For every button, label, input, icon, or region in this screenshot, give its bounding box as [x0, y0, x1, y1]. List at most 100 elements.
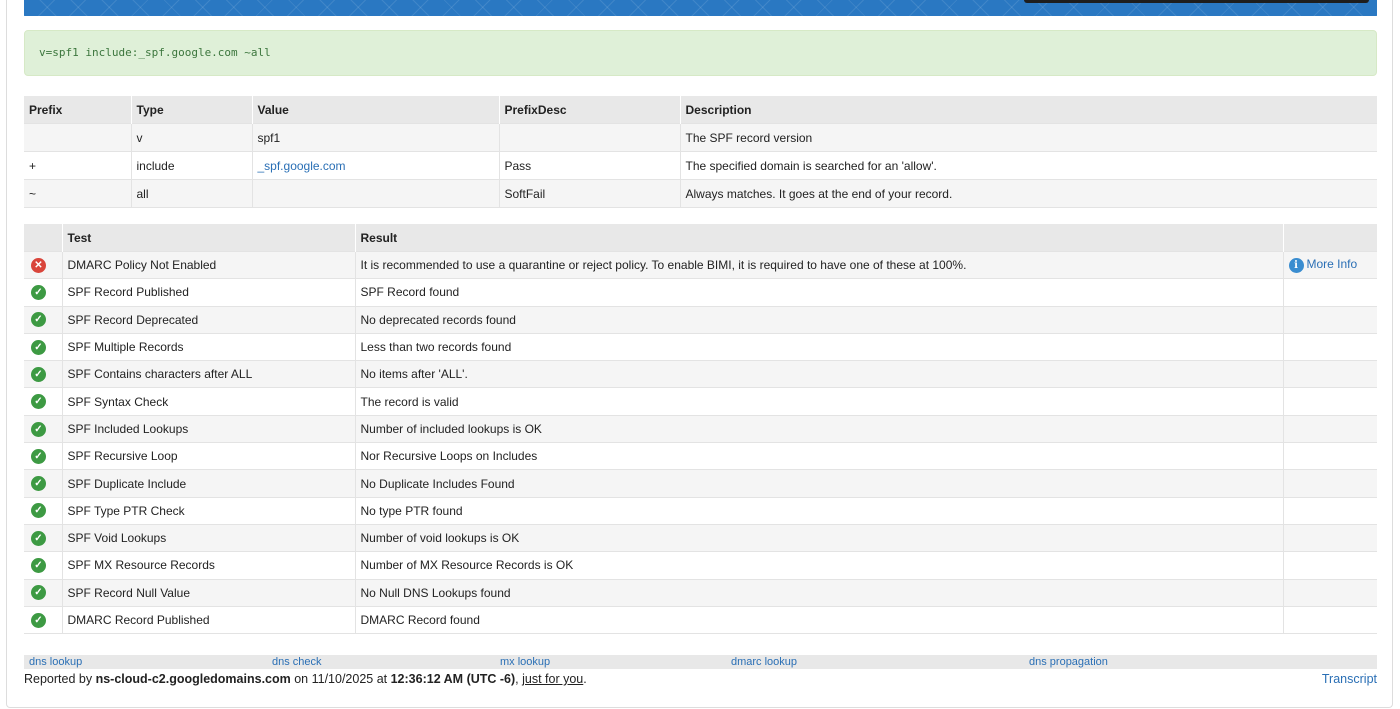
cell-actions — [1283, 578, 1377, 607]
reported-prefix: Reported by — [24, 672, 96, 686]
table-row: ✓ SPF Recursive Loop Nor Recursive Loops… — [24, 442, 1377, 470]
cell-status: ✓ — [24, 278, 63, 307]
dns-propagation-link[interactable]: dns propagation — [1029, 655, 1108, 669]
cell-result: No Null DNS Lookups found — [355, 578, 1284, 607]
cell-result: SPF Record found — [355, 278, 1284, 307]
table-row: ✕ DMARC Policy Not Enabled It is recomme… — [24, 250, 1377, 279]
cell-actions — [1283, 332, 1377, 361]
just-for-you-link[interactable]: just for you — [522, 672, 583, 686]
transcript-link[interactable]: Transcript — [1322, 672, 1377, 686]
table-row: ✓ SPF Multiple Records Less than two rec… — [24, 332, 1377, 361]
cell-prefixdesc: SoftFail — [499, 179, 681, 208]
cell-result: The record is valid — [355, 387, 1284, 416]
table-row: ✓ SPF Record Published SPF Record found — [24, 278, 1377, 307]
cell-test: SPF Record Published — [62, 278, 356, 307]
table-row: ✓ SPF Contains characters after ALL No i… — [24, 360, 1377, 388]
more-info-link[interactable]: i More Info — [1288, 257, 1358, 273]
table-row: ~ all SoftFail Always matches. It goes a… — [24, 179, 1377, 208]
table-row: ✓ SPF MX Resource Records Number of MX R… — [24, 551, 1377, 580]
report-time: 12:36:12 AM (UTC -6) — [390, 672, 516, 686]
reported-by-line: Reported by ns-cloud-c2.googledomains.co… — [24, 672, 587, 686]
dns-check-link[interactable]: dns check — [272, 655, 322, 669]
cell-type: include — [131, 151, 253, 180]
x-circle-icon: ✕ — [31, 257, 46, 273]
cell-status: ✓ — [24, 387, 63, 416]
check-circle-icon: ✓ — [31, 448, 46, 464]
cell-result: Nor Recursive Loops on Includes — [355, 442, 1284, 470]
table-row: ✓ SPF Type PTR Check No type PTR found — [24, 496, 1377, 525]
cell-status: ✓ — [24, 578, 63, 607]
cell-value: spf1 — [252, 123, 500, 152]
check-circle-icon: ✓ — [31, 612, 46, 628]
cell-status: ✓ — [24, 496, 63, 525]
check-circle-icon: ✓ — [31, 367, 46, 382]
info-icon: i — [1288, 257, 1304, 273]
cell-test: SPF MX Resource Records — [62, 551, 356, 580]
cell-test: DMARC Policy Not Enabled — [62, 250, 356, 279]
cell-test: SPF Record Deprecated — [62, 305, 356, 334]
header-result: Result — [355, 224, 1284, 252]
cell-description: The SPF record version — [680, 123, 1377, 152]
cell-status: ✓ — [24, 523, 63, 552]
cell-test: SPF Syntax Check — [62, 387, 356, 416]
cell-status: ✓ — [24, 332, 63, 361]
cell-test: SPF Record Null Value — [62, 578, 356, 607]
table-row: ✓ SPF Included Lookups Number of include… — [24, 414, 1377, 443]
cell-result: No Duplicate Includes Found — [355, 469, 1284, 498]
check-circle-icon: ✓ — [31, 558, 46, 574]
cell-result: It is recommended to use a quarantine or… — [355, 250, 1284, 279]
include-domain-link[interactable]: _spf.google.com — [258, 159, 346, 173]
cell-status: ✓ — [24, 469, 63, 498]
cell-description: The specified domain is searched for an … — [680, 151, 1377, 180]
cell-status: ✓ — [24, 605, 63, 635]
cell-description: Always matches. It goes at the end of yo… — [680, 179, 1377, 208]
cell-result: Number of MX Resource Records is OK — [355, 551, 1284, 580]
more-info-label: More Info — [1306, 257, 1358, 272]
mx-lookup-link[interactable]: mx lookup — [500, 655, 550, 669]
cell-actions — [1283, 442, 1377, 470]
spf-breakdown-table: Prefix Type Value PrefixDesc Description… — [24, 96, 1377, 208]
cell-actions — [1283, 496, 1377, 525]
cell-actions — [1283, 551, 1377, 580]
test-table-header: Test Result — [24, 224, 1377, 252]
cell-prefix — [24, 123, 132, 152]
test-results-table: Test Result ✕ DMARC Policy Not Enabled I… — [24, 224, 1377, 635]
cell-result: No type PTR found — [355, 496, 1284, 525]
table-row: ✓ SPF Void Lookups Number of void lookup… — [24, 523, 1377, 552]
popup-edge — [1024, 0, 1369, 3]
dmarc-lookup-link[interactable]: dmarc lookup — [731, 655, 797, 669]
cell-prefix: ~ — [24, 179, 132, 208]
check-circle-icon: ✓ — [31, 421, 46, 437]
cell-status: ✓ — [24, 305, 63, 334]
check-circle-icon: ✓ — [31, 394, 46, 410]
cell-type: all — [131, 179, 253, 208]
cell-type: v — [131, 123, 253, 152]
dns-lookup-link[interactable]: dns lookup — [29, 655, 82, 669]
header-description: Description — [680, 96, 1377, 124]
table-row: + include _spf.google.com Pass The speci… — [24, 151, 1377, 180]
cell-actions — [1283, 605, 1377, 635]
cell-status: ✓ — [24, 360, 63, 388]
cell-result: Less than two records found — [355, 332, 1284, 361]
header-test: Test — [62, 224, 356, 252]
cell-prefixdesc — [499, 123, 681, 152]
cell-value: _spf.google.com — [252, 151, 500, 180]
cell-actions — [1283, 360, 1377, 388]
cell-test: SPF Type PTR Check — [62, 496, 356, 525]
cell-result: Number of included lookups is OK — [355, 414, 1284, 443]
cell-actions — [1283, 523, 1377, 552]
cell-actions — [1283, 305, 1377, 334]
cell-prefix: + — [24, 151, 132, 180]
cell-value — [252, 179, 500, 208]
cell-test: SPF Included Lookups — [62, 414, 356, 443]
cell-actions — [1283, 414, 1377, 443]
cell-actions — [1283, 469, 1377, 498]
check-circle-icon: ✓ — [31, 476, 46, 492]
cell-test: SPF Duplicate Include — [62, 469, 356, 498]
table-row: ✓ DMARC Record Published DMARC Record fo… — [24, 605, 1377, 635]
check-circle-icon: ✓ — [31, 530, 46, 546]
header-status — [24, 224, 63, 252]
table-row: ✓ SPF Record Deprecated No deprecated re… — [24, 305, 1377, 334]
header-actions — [1283, 224, 1377, 252]
cell-test: SPF Void Lookups — [62, 523, 356, 552]
